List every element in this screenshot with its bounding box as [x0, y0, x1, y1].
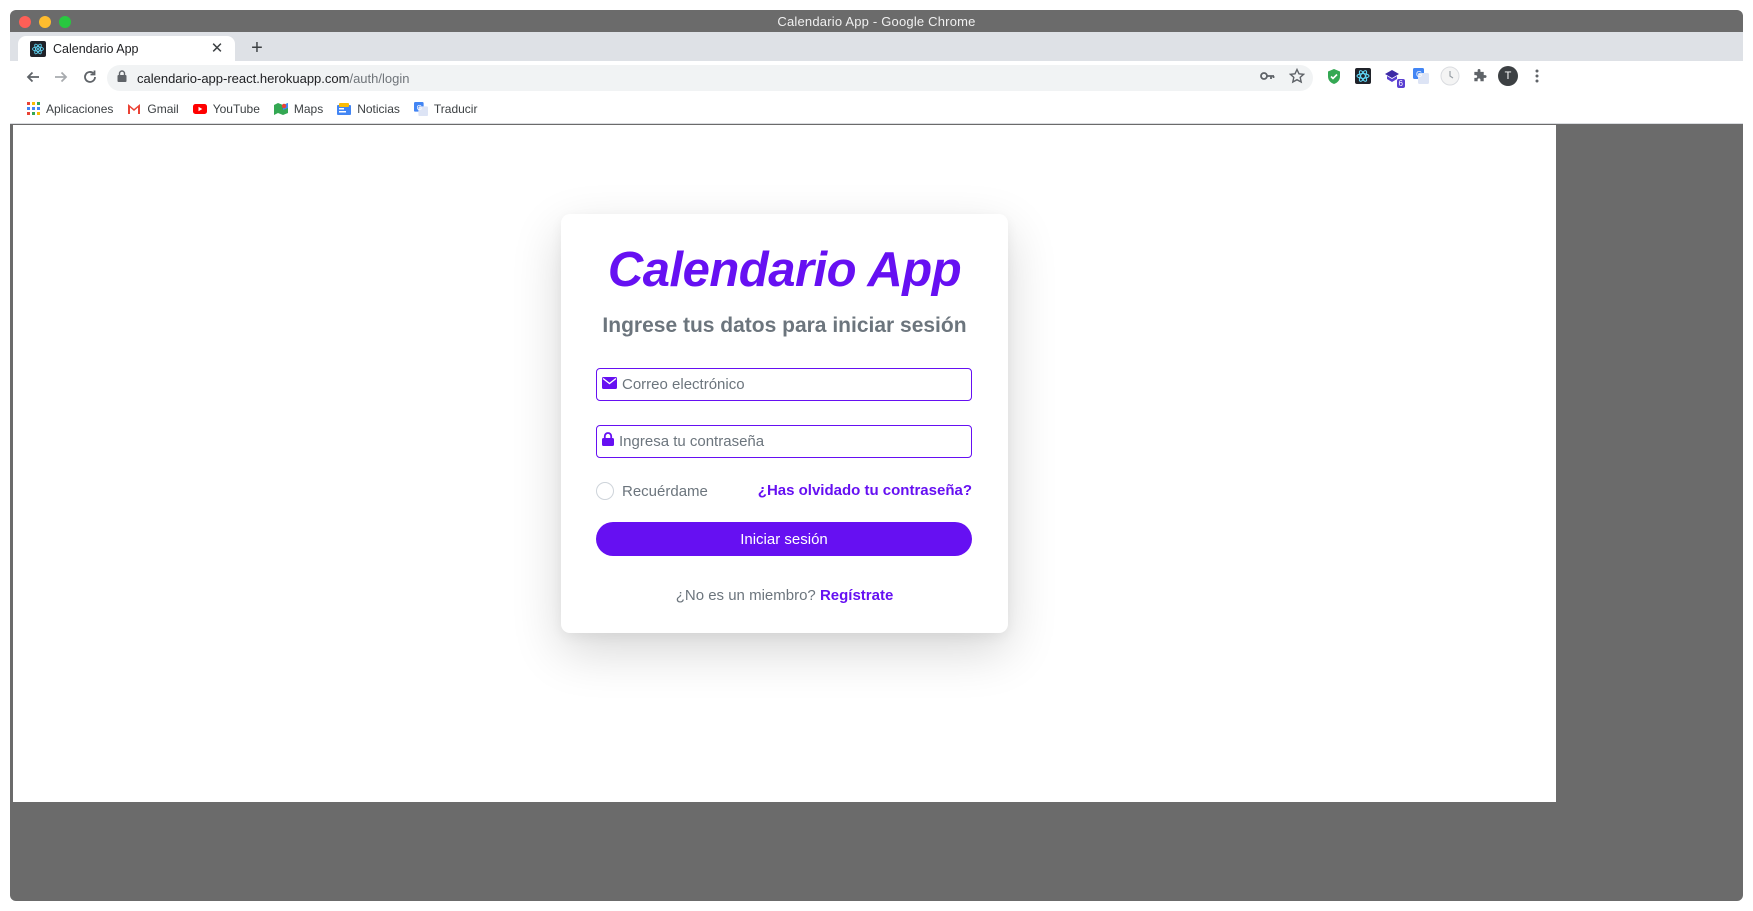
shield-extension-icon[interactable] — [1324, 66, 1344, 86]
forward-arrow-icon[interactable] — [50, 66, 72, 88]
password-field[interactable] — [596, 425, 972, 458]
forgot-password-link[interactable]: ¿Has olvidado tu contraseña? — [758, 482, 972, 499]
tab-calendario-app[interactable]: Calendario App ✕ — [18, 36, 235, 61]
tab-close-icon[interactable]: ✕ — [209, 40, 225, 57]
apps-grid-icon — [26, 102, 40, 116]
title-bar: Calendario App - Google Chrome — [10, 10, 1743, 32]
redux-devtools-icon[interactable]: 6 — [1382, 66, 1405, 88]
lock-icon — [602, 432, 614, 451]
maps-icon — [273, 102, 288, 116]
remember-me-label: Recuérdame — [622, 482, 708, 500]
url-text[interactable]: calendario-app-react.herokuapp.com/auth/… — [137, 71, 409, 86]
bookmark-maps[interactable]: Maps — [273, 101, 324, 116]
bookmarks-bar: Aplicaciones Gmail YouTube Maps Noticias — [10, 94, 1743, 124]
bookmark-label: YouTube — [212, 101, 260, 116]
chrome-menu-icon[interactable] — [1527, 66, 1547, 86]
key-icon[interactable] — [1259, 68, 1275, 89]
tab-title: Calendario App — [53, 41, 139, 56]
reload-icon[interactable] — [79, 66, 101, 88]
youtube-icon — [192, 102, 207, 116]
svg-text:G: G — [1416, 70, 1422, 79]
browser-toolbar: calendario-app-react.herokuapp.com/auth/… — [10, 61, 1743, 94]
react-devtools-icon[interactable] — [1353, 66, 1373, 86]
browser-window: Calendario App - Google Chrome Calendari… — [10, 10, 1743, 901]
profile-avatar[interactable]: T — [1498, 66, 1518, 86]
tab-strip: Calendario App ✕ + — [10, 32, 1743, 61]
svg-text:G: G — [417, 104, 422, 111]
gmail-icon — [127, 102, 141, 116]
translate-icon: G — [413, 101, 428, 116]
maximize-window-button[interactable] — [59, 16, 71, 28]
extensions-row: 6 G T — [1324, 66, 1547, 88]
omnibox-actions — [1259, 67, 1306, 89]
login-subtitle: Ingrese tus datos para iniciar sesión — [602, 314, 967, 337]
envelope-icon — [602, 376, 617, 394]
bookmark-label: Gmail — [147, 101, 179, 116]
url-host: calendario-app-react.herokuapp.com — [137, 70, 350, 86]
register-prompt-line: ¿No es un miembro? Regístrate — [561, 587, 1008, 604]
puzzle-extensions-icon[interactable] — [1469, 66, 1489, 86]
register-prompt: ¿No es un miembro? — [675, 587, 816, 604]
timer-extension-icon[interactable] — [1440, 66, 1460, 86]
bookmark-label: Maps — [293, 101, 324, 116]
bookmark-noticias[interactable]: Noticias — [337, 102, 400, 116]
app-brand-title: Calendario App — [607, 243, 962, 297]
close-window-button[interactable] — [19, 16, 31, 28]
bookmark-label: Traducir — [433, 101, 478, 116]
remember-me-option[interactable]: Recuérdame — [596, 482, 708, 500]
lock-icon[interactable] — [117, 69, 127, 87]
login-submit-button[interactable]: Iniciar sesión — [596, 522, 972, 556]
bookmark-youtube[interactable]: YouTube — [192, 101, 260, 116]
password-input[interactable] — [619, 433, 949, 450]
extension-badge: 6 — [1396, 79, 1405, 88]
bookmark-traducir[interactable]: G Traducir — [413, 101, 478, 116]
page-viewport: Calendario App Ingrese tus datos para in… — [13, 125, 1556, 802]
react-favicon-icon — [30, 40, 46, 57]
address-bar[interactable]: calendario-app-react.herokuapp.com/auth/… — [107, 65, 1313, 91]
new-tab-button[interactable]: + — [247, 38, 267, 58]
minimize-window-button[interactable] — [39, 16, 51, 28]
bookmark-label: Aplicaciones — [46, 101, 114, 116]
url-path: /auth/login — [349, 70, 410, 86]
bookmark-gmail[interactable]: Gmail — [127, 101, 179, 116]
bookmark-star-icon[interactable] — [1288, 67, 1306, 89]
login-card: Calendario App Ingrese tus datos para in… — [561, 214, 1008, 633]
google-translate-extension-icon[interactable]: G — [1411, 66, 1431, 86]
back-arrow-icon[interactable] — [22, 66, 44, 88]
remember-me-radio[interactable] — [596, 482, 614, 500]
news-icon — [337, 102, 352, 116]
email-field[interactable] — [596, 368, 972, 401]
window-title: Calendario App - Google Chrome — [777, 13, 976, 29]
register-link[interactable]: Regístrate — [820, 587, 893, 604]
email-input[interactable] — [622, 376, 952, 393]
bookmark-label: Noticias — [357, 101, 400, 116]
profile-initial: T — [1498, 66, 1518, 86]
bookmark-aplicaciones[interactable]: Aplicaciones — [26, 102, 113, 116]
